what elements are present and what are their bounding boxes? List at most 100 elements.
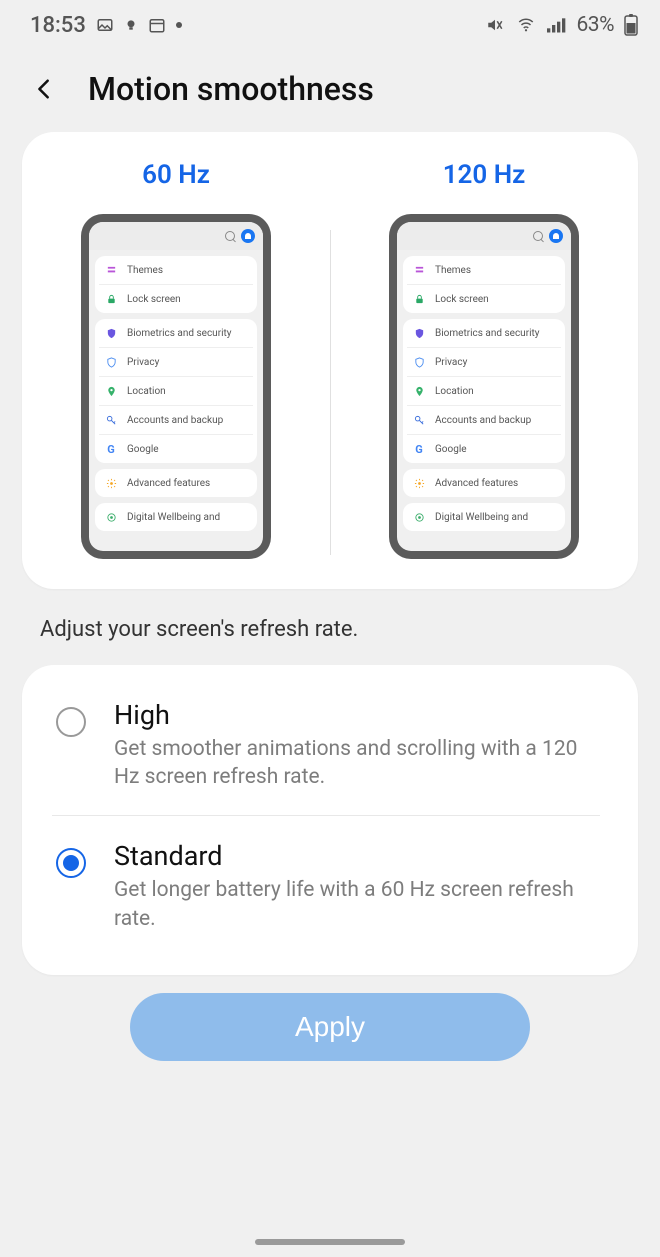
mini-settings-group: Advanced features bbox=[95, 469, 257, 497]
mini-settings-item: G Google bbox=[99, 435, 253, 463]
options-card: High Get smoother animations and scrolli… bbox=[22, 665, 638, 975]
calendar-icon bbox=[148, 16, 166, 34]
location-icon bbox=[413, 385, 425, 397]
mini-item-label: Lock screen bbox=[127, 294, 181, 305]
image-icon bbox=[96, 16, 114, 34]
mini-settings-item: Digital Wellbeing and bbox=[99, 503, 253, 531]
mini-settings-group: Digital Wellbeing and bbox=[403, 503, 565, 531]
preview-120hz: 120 Hz Themes Lock screen Biometrics and s… bbox=[330, 160, 638, 559]
hz-label-120: 120 Hz bbox=[443, 160, 526, 190]
mini-settings-item: Accounts and backup bbox=[407, 406, 561, 435]
mini-item-label: Digital Wellbeing and bbox=[127, 512, 220, 523]
avatar-icon bbox=[549, 229, 563, 243]
hz-label-60: 60 Hz bbox=[142, 160, 210, 190]
status-right: 63% bbox=[485, 13, 639, 37]
signal-icon bbox=[547, 17, 567, 33]
preview-60hz: 60 Hz Themes Lock screen Biometrics and se… bbox=[22, 160, 330, 559]
mini-item-label: Privacy bbox=[127, 357, 159, 368]
mini-settings-item: Privacy bbox=[407, 348, 561, 377]
mini-settings-item: Themes bbox=[99, 256, 253, 285]
chevron-left-icon bbox=[33, 75, 55, 103]
google-icon: G bbox=[105, 443, 117, 455]
mini-item-label: Themes bbox=[127, 265, 163, 276]
mini-settings-item: Advanced features bbox=[407, 469, 561, 497]
avatar-icon bbox=[241, 229, 255, 243]
option-standard[interactable]: Standard Get longer battery life with a … bbox=[52, 815, 600, 957]
mini-item-label: Advanced features bbox=[127, 478, 210, 489]
mini-settings-item: Themes bbox=[407, 256, 561, 285]
battery-percentage: 63% bbox=[577, 13, 615, 37]
mini-settings-item: G Google bbox=[407, 435, 561, 463]
mini-settings-group: Biometrics and security Privacy Location Ac… bbox=[403, 319, 565, 463]
mini-settings-group: Biometrics and security Privacy Location Ac… bbox=[95, 319, 257, 463]
shield-icon bbox=[413, 327, 425, 339]
radio-standard[interactable] bbox=[56, 848, 86, 878]
option-title: High bbox=[114, 699, 596, 731]
mini-item-label: Biometrics and security bbox=[435, 328, 540, 339]
home-indicator[interactable] bbox=[255, 1239, 405, 1245]
mini-item-label: Google bbox=[127, 444, 159, 455]
option-desc: Get longer battery life with a 60 Hz scr… bbox=[114, 876, 596, 933]
mini-item-label: Digital Wellbeing and bbox=[435, 512, 528, 523]
mini-item-label: Location bbox=[127, 386, 166, 397]
page-title: Motion smoothness bbox=[88, 70, 374, 108]
lock-icon bbox=[413, 293, 425, 305]
status-bar: 18:53 63% bbox=[0, 0, 660, 50]
apply-button[interactable]: Apply bbox=[130, 993, 530, 1061]
preview-row: 60 Hz Themes Lock screen Biometrics and se… bbox=[22, 160, 638, 559]
google-icon: G bbox=[413, 443, 425, 455]
mini-item-label: Accounts and backup bbox=[435, 415, 531, 426]
mini-item-label: Accounts and backup bbox=[127, 415, 223, 426]
search-icon bbox=[225, 231, 235, 241]
preview-card: 60 Hz Themes Lock screen Biometrics and se… bbox=[22, 132, 638, 589]
mini-settings-group: Advanced features bbox=[403, 469, 565, 497]
mini-settings-item: Biometrics and security bbox=[407, 319, 561, 348]
key-icon bbox=[413, 414, 425, 426]
location-icon bbox=[105, 385, 117, 397]
phone-mockup-120: Themes Lock screen Biometrics and security… bbox=[389, 214, 579, 559]
mini-settings-group: Themes Lock screen bbox=[403, 256, 565, 313]
status-left: 18:53 bbox=[30, 13, 182, 38]
preview-divider bbox=[330, 230, 331, 555]
key-icon bbox=[105, 414, 117, 426]
mini-item-label: Themes bbox=[435, 265, 471, 276]
mini-item-label: Google bbox=[435, 444, 467, 455]
lock-icon bbox=[105, 293, 117, 305]
search-icon bbox=[533, 231, 543, 241]
mute-icon bbox=[485, 16, 505, 34]
mini-item-label: Lock screen bbox=[435, 294, 489, 305]
gear-icon bbox=[105, 477, 117, 489]
option-body: High Get smoother animations and scrolli… bbox=[114, 699, 596, 792]
status-time: 18:53 bbox=[30, 13, 86, 38]
mini-topbar bbox=[89, 222, 263, 250]
mini-item-label: Location bbox=[435, 386, 474, 397]
mini-settings-group: Digital Wellbeing and bbox=[95, 503, 257, 531]
back-button[interactable] bbox=[28, 73, 60, 105]
mini-settings-item: Location bbox=[99, 377, 253, 406]
themes-icon bbox=[413, 264, 425, 276]
phone-screen: Themes Lock screen Biometrics and security… bbox=[397, 222, 571, 551]
battery-icon bbox=[624, 14, 638, 36]
mini-item-label: Biometrics and security bbox=[127, 328, 232, 339]
mini-settings-item: Digital Wellbeing and bbox=[407, 503, 561, 531]
more-dot-icon bbox=[176, 22, 182, 28]
page-header: Motion smoothness bbox=[0, 50, 660, 132]
shield-icon bbox=[105, 327, 117, 339]
phone-mockup-60: Themes Lock screen Biometrics and security… bbox=[81, 214, 271, 559]
option-high[interactable]: High Get smoother animations and scrolli… bbox=[52, 675, 600, 816]
option-desc: Get smoother animations and scrolling wi… bbox=[114, 735, 596, 792]
description-text: Adjust your screen's refresh rate. bbox=[0, 607, 660, 665]
mini-settings-item: Lock screen bbox=[407, 285, 561, 313]
bulb-icon bbox=[124, 16, 138, 34]
gear-icon bbox=[413, 477, 425, 489]
mini-settings-group: Themes Lock screen bbox=[95, 256, 257, 313]
mini-item-label: Advanced features bbox=[435, 478, 518, 489]
mini-settings-item: Location bbox=[407, 377, 561, 406]
wifi-icon bbox=[515, 16, 537, 34]
mini-settings-item: Accounts and backup bbox=[99, 406, 253, 435]
mini-item-label: Privacy bbox=[435, 357, 467, 368]
themes-icon bbox=[105, 264, 117, 276]
mini-settings-item: Lock screen bbox=[99, 285, 253, 313]
radio-high[interactable] bbox=[56, 707, 86, 737]
wellbeing-icon bbox=[105, 511, 117, 523]
